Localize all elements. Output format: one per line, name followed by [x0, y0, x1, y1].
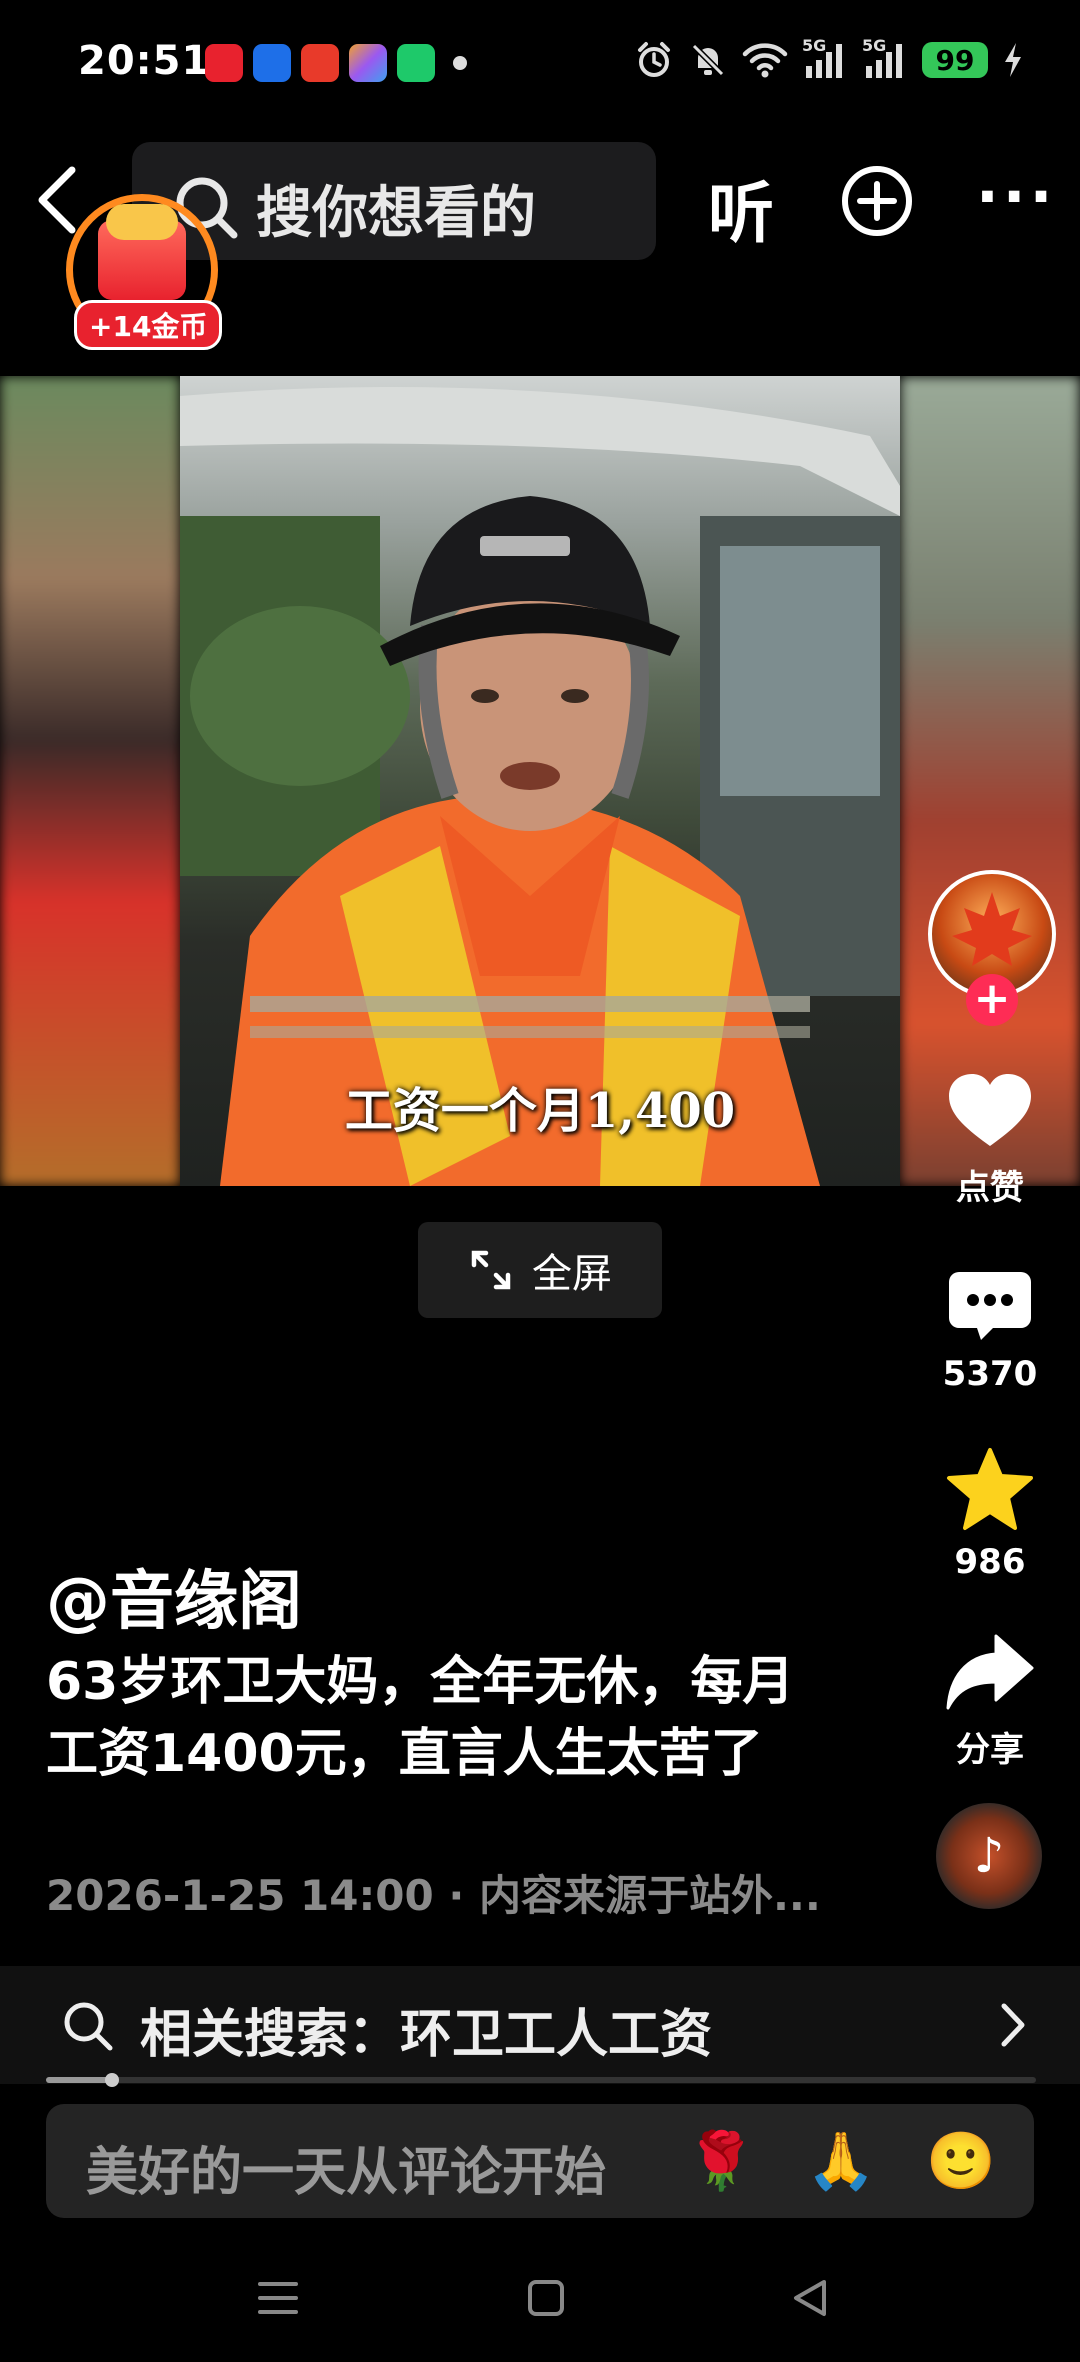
- comment-placeholder: 美好的一天从评论开始: [86, 2143, 607, 2203]
- music-disc[interactable]: ♪: [936, 1803, 1042, 1909]
- app-notification-icon: [397, 44, 435, 82]
- back-triangle-icon[interactable]: [790, 2278, 830, 2318]
- app-notification-icon: [301, 44, 339, 82]
- music-note-icon: ♪: [973, 1828, 1005, 1884]
- author-name[interactable]: @音缘阁: [46, 1550, 302, 1642]
- chevron-right-icon: [998, 2002, 1028, 2052]
- more-options-button[interactable]: ···: [976, 162, 1056, 232]
- comment-bubble-icon: [949, 1272, 1031, 1340]
- video-progress-handle[interactable]: [105, 2073, 120, 2087]
- related-search-bar[interactable]: 相关搜索：环卫工人工资: [0, 1966, 1080, 2084]
- search-placeholder: 搜你想看的: [256, 181, 536, 246]
- comment-button[interactable]: 5370: [920, 1268, 1060, 1394]
- app-notification-icon: [205, 44, 243, 82]
- favorite-count: 986: [954, 1542, 1026, 1582]
- comment-input[interactable]: 美好的一天从评论开始 🌹 🙏 🙂: [46, 2104, 1034, 2218]
- heart-icon: [949, 1074, 1031, 1146]
- share-label: 分享: [956, 1730, 1024, 1770]
- smile-emoji-button[interactable]: 🙂: [926, 2128, 996, 2194]
- coin-reward-badge[interactable]: +14金币: [66, 194, 223, 350]
- share-button[interactable]: 分享: [920, 1632, 1060, 1771]
- post-meta: 2026-1-25 14:00 · 内容来源于站外...: [46, 1871, 821, 1920]
- battery-indicator: 99: [922, 42, 988, 78]
- system-navigation-bar: [0, 2242, 1080, 2362]
- more-notifications-dot: [453, 56, 467, 70]
- fullscreen-button[interactable]: 全屏: [418, 1222, 662, 1318]
- alarm-icon: [638, 42, 670, 77]
- search-icon: [62, 2000, 114, 2056]
- add-button[interactable]: [840, 164, 914, 242]
- coin-reward-label: +14金币: [74, 300, 223, 350]
- favorite-button[interactable]: 986: [920, 1446, 1060, 1582]
- video-blur-background-left: [0, 376, 180, 1186]
- video-blur-background-right: [900, 376, 1080, 1186]
- pray-emoji-button[interactable]: 🙏: [806, 2128, 876, 2194]
- status-time: 20:51: [78, 38, 211, 84]
- video-caption: 63岁环卫大妈，全年无休，每月工资1400元，直言人生太苦了: [46, 1652, 795, 1784]
- expand-icon: [471, 1250, 511, 1290]
- signal-icon: 5G: [802, 36, 848, 80]
- like-button[interactable]: 点赞: [920, 1070, 1060, 1209]
- notification-app-icons: [205, 44, 467, 82]
- mute-icon: [691, 43, 725, 77]
- follow-button[interactable]: +: [966, 974, 1018, 1026]
- video-subtitle: 工资一个月1,400: [344, 1083, 736, 1139]
- star-icon: [947, 1448, 1033, 1530]
- share-arrow-icon: [946, 1634, 1034, 1710]
- comment-count: 5370: [942, 1354, 1038, 1394]
- app-notification-icon: [349, 44, 387, 82]
- like-label: 点赞: [956, 1168, 1024, 1208]
- plus-circle-icon: [842, 166, 912, 236]
- app-notification-icon: [253, 44, 291, 82]
- status-indicators: 5G 5G 99: [634, 36, 1024, 80]
- home-square-icon[interactable]: [526, 2278, 566, 2318]
- video-scene: [180, 387, 900, 1186]
- related-search-label: 相关搜索：环卫工人工资: [140, 2005, 713, 2065]
- signal-icon: 5G: [862, 36, 908, 80]
- fullscreen-label: 全屏: [532, 1251, 612, 1297]
- video-frame[interactable]: 工资一个月1,400: [180, 376, 900, 1186]
- wifi-icon: [742, 43, 788, 78]
- rose-emoji-button[interactable]: 🌹: [686, 2128, 756, 2194]
- video-progress-fill: [46, 2077, 113, 2083]
- listen-button[interactable]: 听: [708, 160, 774, 256]
- menu-icon[interactable]: [256, 2278, 300, 2318]
- video-progress-bar[interactable]: [46, 2073, 1036, 2087]
- status-bar: 20:51 5G 5G 99: [0, 0, 1080, 130]
- video-player[interactable]: 工资一个月1,400: [0, 376, 1080, 1186]
- red-envelope-icon: [98, 204, 186, 300]
- charging-icon: [1005, 43, 1021, 77]
